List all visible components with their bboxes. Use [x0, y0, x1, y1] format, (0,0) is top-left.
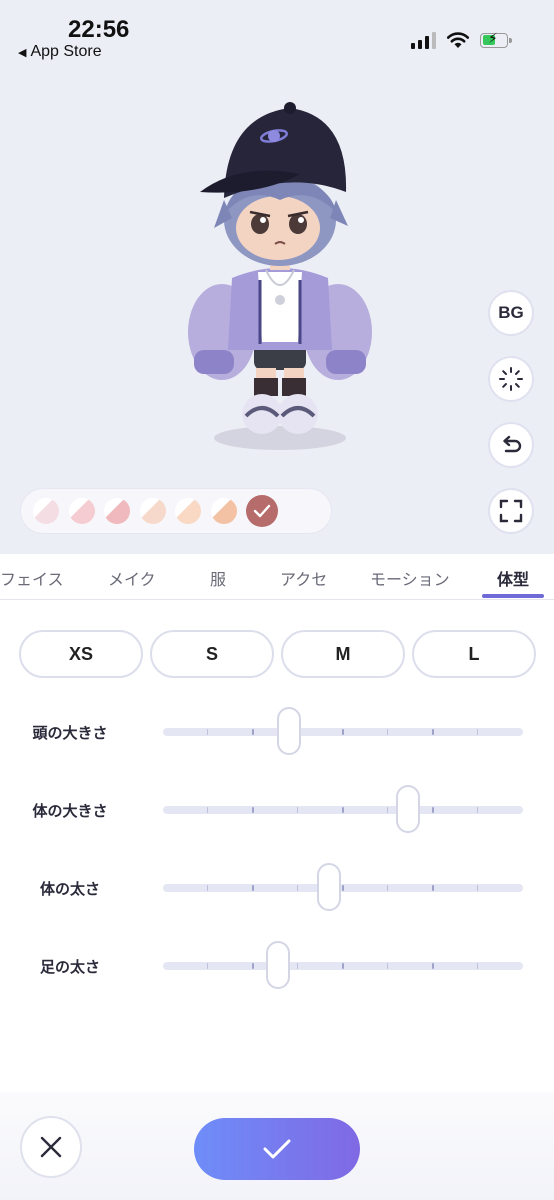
skin-tone-swatch[interactable] [33, 498, 59, 524]
slider-tick [342, 807, 344, 813]
back-arrow-icon: ◀ [18, 46, 27, 59]
check-icon [253, 504, 271, 518]
status-time: 22:56 [68, 16, 130, 43]
tab-makeup[interactable]: メイク [108, 566, 156, 590]
body-size-slider[interactable] [163, 785, 523, 833]
tab-clothes[interactable]: 服 [210, 566, 226, 590]
fullscreen-button[interactable] [488, 488, 534, 534]
slider-tick [207, 885, 208, 891]
confirm-button[interactable] [194, 1118, 360, 1180]
slider-tick [342, 963, 344, 969]
size-xs-label: XS [68, 643, 93, 664]
slider-tick [477, 963, 478, 969]
slider-tick [477, 729, 478, 735]
back-label: App Store [30, 43, 102, 60]
slider-tick [252, 963, 254, 969]
body-size-thumb[interactable] [395, 785, 420, 833]
skin-tone-swatch[interactable] [210, 498, 237, 524]
leg-width-label: 足の太さ [39, 958, 100, 976]
size-m-button[interactable]: M [281, 630, 405, 678]
battery-icon: ⚡ [480, 31, 512, 48]
category-tabs: フェイス メイク 服 アクセ モーション 体型 [0, 554, 554, 600]
bg-button-label: BG [498, 303, 524, 322]
close-icon [40, 1136, 62, 1158]
back-to-app-store[interactable]: ◀ App Store [18, 43, 102, 61]
undo-button[interactable] [488, 422, 534, 468]
slider-tick [207, 807, 208, 813]
check-icon [263, 1139, 291, 1159]
size-xs-button[interactable]: XS [19, 630, 143, 678]
leg-width-thumb[interactable] [266, 941, 291, 989]
size-m-label: M [335, 643, 351, 664]
slider-tick [342, 885, 344, 891]
slider-tick [252, 729, 254, 735]
skin-tone-swatch[interactable] [68, 498, 95, 524]
head-size-slider[interactable] [163, 707, 523, 755]
leg-width-slider[interactable] [163, 941, 523, 989]
loading-sparkle-icon [499, 367, 523, 391]
skin-tone-swatch[interactable] [104, 498, 130, 524]
slider-tick [207, 963, 208, 969]
skin-tone-swatch[interactable] [175, 498, 201, 524]
slider-tick [477, 807, 478, 813]
slider-tick [297, 807, 298, 813]
avatar-character [188, 102, 372, 450]
slider-tick [432, 807, 434, 813]
size-l-label: L [468, 643, 480, 664]
slider-tick [387, 885, 388, 891]
slider-tick [297, 963, 298, 969]
tab-body-type[interactable]: 体型 [497, 566, 529, 590]
bg-button[interactable]: BG [488, 290, 534, 336]
status-indicators: ⚡ [411, 31, 512, 49]
slider-tick [387, 729, 388, 735]
slider-tick [252, 807, 254, 813]
slider-tick [207, 729, 208, 735]
size-s-button[interactable]: S [150, 630, 274, 678]
skin-tone-swatch-selected[interactable] [246, 495, 278, 527]
animation-button[interactable] [488, 356, 534, 402]
slider-tick [477, 885, 478, 891]
body-size-label: 体の大きさ [32, 802, 108, 820]
slider-tick [387, 807, 388, 813]
size-l-button[interactable]: L [412, 630, 536, 678]
slider-tick [297, 885, 298, 891]
tab-face[interactable]: フェイス [0, 566, 64, 590]
slider-tick [432, 963, 434, 969]
close-button[interactable] [20, 1116, 82, 1178]
cellular-signal-icon [411, 31, 436, 49]
body-width-label: 体の太さ [39, 880, 100, 898]
tab-motion[interactable]: モーション [370, 566, 450, 590]
slider-tick [432, 729, 434, 735]
active-tab-indicator [482, 594, 544, 598]
fullscreen-icon [499, 499, 523, 523]
skin-tone-palette [20, 488, 332, 534]
skin-tone-swatch[interactable] [139, 498, 166, 524]
slider-tick [387, 963, 388, 969]
slider-tick [432, 885, 434, 891]
undo-icon [503, 435, 522, 453]
slider-tick [252, 885, 254, 891]
head-size-label: 頭の大きさ [32, 724, 108, 742]
tab-accessories[interactable]: アクセ [280, 566, 327, 590]
head-size-thumb[interactable] [277, 707, 301, 755]
wifi-icon [446, 32, 470, 48]
body-width-thumb[interactable] [316, 863, 341, 911]
slider-tick [342, 729, 344, 735]
size-s-label: S [205, 643, 218, 664]
body-width-slider[interactable] [163, 863, 523, 911]
